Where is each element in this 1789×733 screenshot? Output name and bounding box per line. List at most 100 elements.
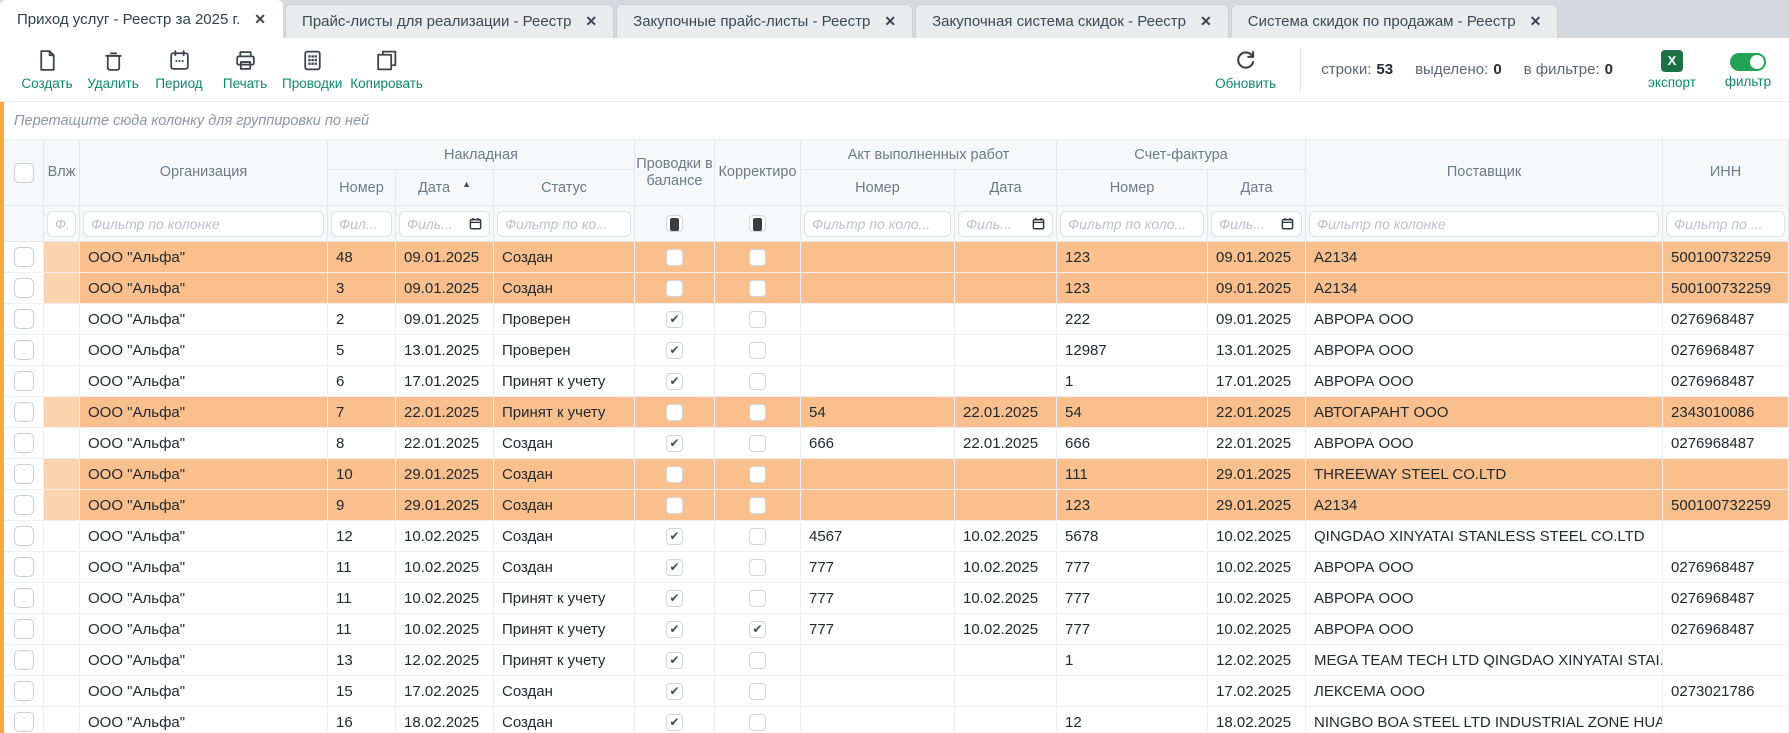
filter-input-status[interactable]: Фильтр по ко... [497,211,631,237]
post-checkbox[interactable]: ✔ [666,714,683,731]
close-icon[interactable]: ✕ [1530,13,1542,30]
close-icon[interactable]: ✕ [884,13,896,30]
tab-2[interactable]: Прайс-листы для реализации - Реестр✕ [285,4,614,38]
row-checkbox[interactable] [14,619,34,639]
filter-input-org[interactable]: Фильтр по колонке [83,211,324,237]
table-row[interactable]: ООО "Альфа"1312.02.2025Принят к учету✔11… [4,645,1789,676]
col-header-post[interactable]: Проводки в балансе [635,140,715,206]
post-checkbox[interactable] [666,497,683,514]
corr-checkbox[interactable] [749,652,766,669]
col-header-status[interactable]: Статус [494,170,635,206]
post-checkbox[interactable] [666,404,683,421]
row-checkbox[interactable] [14,650,34,670]
col-header-act_num[interactable]: Номер [801,170,955,206]
row-checkbox[interactable] [14,557,34,577]
refresh-button[interactable]: Обновить [1211,48,1280,91]
table-row[interactable]: ООО "Альфа"1029.01.2025Создан11129.01.20… [4,459,1789,490]
row-checkbox[interactable] [14,464,34,484]
filter-input-inv_num[interactable]: Фильтр по коло... [1060,211,1204,237]
row-checkbox[interactable] [14,433,34,453]
row-checkbox[interactable] [14,588,34,608]
post-checkbox[interactable]: ✔ [666,373,683,390]
post-checkbox[interactable]: ✔ [666,590,683,607]
corr-checkbox[interactable] [749,714,766,731]
table-row[interactable]: ООО "Альфа"1110.02.2025Создан✔77710.02.2… [4,552,1789,583]
filter-input-act_num[interactable]: Фильтр по коло... [804,211,951,237]
corr-checkbox[interactable] [749,280,766,297]
post-checkbox[interactable] [666,249,683,266]
corr-checkbox[interactable] [749,590,766,607]
corr-checkbox[interactable] [749,466,766,483]
post-checkbox[interactable]: ✔ [666,342,683,359]
corr-checkbox[interactable] [749,311,766,328]
col-header-select[interactable] [4,140,44,206]
filter-checkbox-post[interactable] [666,215,683,232]
filter-toggle[interactable]: фильтр [1715,51,1781,89]
col-header-org[interactable]: Организация [80,140,328,206]
delete-button[interactable]: Удалить [80,48,146,91]
filter-input-act_date[interactable]: Филь... [958,211,1053,237]
tab-3[interactable]: Закупочные прайс-листы - Реестр✕ [616,4,913,38]
col-header-inv_date[interactable]: Дата [1208,170,1306,206]
filter-input-inn[interactable]: Фильтр по ... [1666,211,1785,237]
table-row[interactable]: ООО "Альфа"209.01.2025Проверен✔22209.01.… [4,304,1789,335]
filter-input-date[interactable]: Филь... [399,211,490,237]
table-row[interactable]: ООО "Альфа"1517.02.2025Создан✔17.02.2025… [4,676,1789,707]
corr-checkbox[interactable] [749,435,766,452]
postings-button[interactable]: Проводки [278,48,346,91]
post-checkbox[interactable]: ✔ [666,435,683,452]
post-checkbox[interactable] [666,466,683,483]
filter-input-vlzh[interactable]: Ф. [47,211,76,237]
col-header-inn[interactable]: ИНН [1663,140,1789,206]
close-icon[interactable]: ✕ [254,11,266,28]
table-row[interactable]: ООО "Альфа"822.01.2025Создан✔66622.01.20… [4,428,1789,459]
tab-1[interactable]: Приход услуг - Реестр за 2025 г.✕ [0,0,283,38]
col-header-corr[interactable]: Корректиро [715,140,801,206]
row-checkbox[interactable] [14,712,34,732]
export-button[interactable]: X экспорт [1639,50,1705,90]
table-row[interactable]: ООО "Альфа"4809.01.2025Создан12309.01.20… [4,242,1789,273]
post-checkbox[interactable]: ✔ [666,528,683,545]
row-checkbox[interactable] [14,495,34,515]
table-row[interactable]: ООО "Альфа"309.01.2025Создан12309.01.202… [4,273,1789,304]
post-checkbox[interactable]: ✔ [666,559,683,576]
col-header-num[interactable]: Номер [328,170,396,206]
corr-checkbox[interactable] [749,683,766,700]
post-checkbox[interactable]: ✔ [666,652,683,669]
tab-4[interactable]: Закупочная система скидок - Реестр✕ [915,4,1229,38]
tab-5[interactable]: Система скидок по продажам - Реестр✕ [1231,4,1559,38]
row-checkbox[interactable] [14,402,34,422]
close-icon[interactable]: ✕ [585,13,597,30]
row-checkbox[interactable] [14,526,34,546]
corr-checkbox[interactable]: ✔ [749,621,766,638]
post-checkbox[interactable]: ✔ [666,311,683,328]
create-button[interactable]: Создать [14,48,80,91]
corr-checkbox[interactable] [749,559,766,576]
post-checkbox[interactable] [666,280,683,297]
col-header-date[interactable]: Дата▲ [396,170,494,206]
table-row[interactable]: ООО "Альфа"929.01.2025Создан12329.01.202… [4,490,1789,521]
table-row[interactable]: ООО "Альфа"1110.02.2025Принят к учету✔✔7… [4,614,1789,645]
corr-checkbox[interactable] [749,404,766,421]
table-row[interactable]: ООО "Альфа"513.01.2025Проверен✔1298713.0… [4,335,1789,366]
group-drop-zone[interactable]: Перетащите сюда колонку для группировки … [4,102,1789,140]
row-checkbox[interactable] [14,681,34,701]
col-header-inv_num[interactable]: Номер [1057,170,1208,206]
corr-checkbox[interactable] [749,528,766,545]
table-row[interactable]: ООО "Альфа"722.01.2025Принят к учету5422… [4,397,1789,428]
table-row[interactable]: ООО "Альфа"1618.02.2025Создан✔1218.02.20… [4,707,1789,733]
table-row[interactable]: ООО "Альфа"617.01.2025Принят к учету✔117… [4,366,1789,397]
toggle-on-icon[interactable] [1730,53,1766,71]
filter-input-num[interactable]: Фил... [331,211,392,237]
col-header-act_date[interactable]: Дата [955,170,1057,206]
copy-button[interactable]: Копировать [346,48,427,91]
col-header-vlzh[interactable]: Влж [44,140,80,206]
corr-checkbox[interactable] [749,342,766,359]
close-icon[interactable]: ✕ [1200,13,1212,30]
post-checkbox[interactable]: ✔ [666,621,683,638]
corr-checkbox[interactable] [749,249,766,266]
corr-checkbox[interactable] [749,373,766,390]
print-button[interactable]: Печать [212,48,278,91]
col-header-supplier[interactable]: Поставщик [1306,140,1663,206]
row-checkbox[interactable] [14,371,34,391]
